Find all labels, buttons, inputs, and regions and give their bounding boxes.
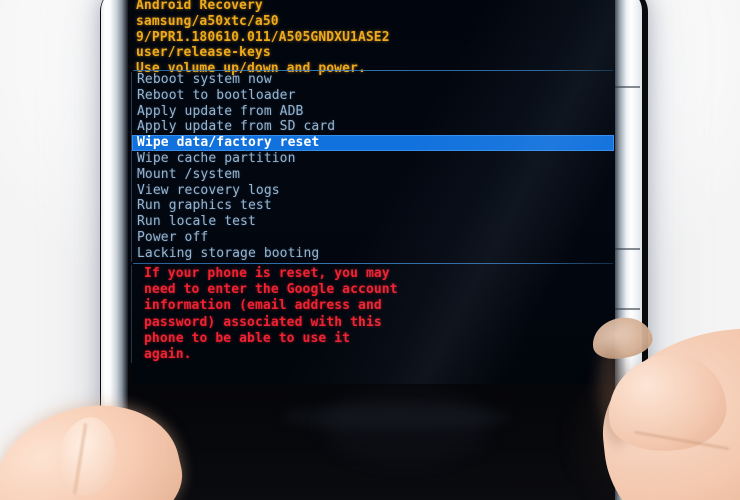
recovery-menu[interactable]: Reboot system now Reboot to bootloader App… xyxy=(131,72,614,262)
header-line-device: samsung/a50xtc/a50 xyxy=(136,13,279,29)
warning-line: need to enter the Google account xyxy=(144,282,398,298)
menu-item[interactable]: Power off xyxy=(132,230,614,246)
menu-item[interactable]: Lacking storage booting xyxy=(132,246,614,262)
menu-item[interactable]: Apply update from ADB xyxy=(132,104,614,120)
screenshot-stage: Android Recovery samsung/a50xtc/a50 9/PP… xyxy=(0,0,740,500)
menu-item[interactable]: View recovery logs xyxy=(132,183,614,199)
menu-item[interactable]: Reboot to bootloader xyxy=(132,88,614,104)
phone-screen-dark-area xyxy=(131,384,615,500)
warning-line: information (email address and xyxy=(144,298,382,314)
menu-item[interactable]: Run locale test xyxy=(132,214,614,230)
menu-item[interactable]: Reboot system now xyxy=(132,72,614,88)
android-recovery-screen: Android Recovery samsung/a50xtc/a50 9/PP… xyxy=(131,0,615,384)
recovery-header: Android Recovery samsung/a50xtc/a50 9/PP… xyxy=(136,0,606,77)
warning-line: phone to be able to use it xyxy=(144,330,351,346)
menu-item-selected[interactable]: Wipe data/factory reset xyxy=(132,135,614,151)
factory-reset-warning: If your phone is reset, you may need to … xyxy=(131,265,614,364)
phone-right-rail xyxy=(612,0,642,500)
header-line-title: Android Recovery xyxy=(136,0,263,13)
warning-line: If your phone is reset, you may xyxy=(144,266,390,281)
warning-line: password) associated with this xyxy=(144,314,382,330)
menu-item[interactable]: Mount /system xyxy=(132,167,614,183)
volume-up-button[interactable] xyxy=(614,86,640,88)
menu-item[interactable]: Wipe cache partition xyxy=(132,151,614,167)
header-line-build: 9/PPR1.180610.011/A505GNDXU1ASE2 xyxy=(136,29,390,45)
glass-smudge-secondary xyxy=(321,384,491,464)
power-button[interactable] xyxy=(614,308,640,310)
menu-item[interactable]: Run graphics test xyxy=(132,198,614,214)
warning-line: again. xyxy=(144,347,192,363)
header-line-keys: user/release-keys xyxy=(136,45,271,61)
volume-down-button[interactable] xyxy=(614,248,640,250)
divider-above-menu xyxy=(133,70,613,71)
divider-above-warning xyxy=(133,263,613,264)
menu-item[interactable]: Apply update from SD card xyxy=(132,119,614,135)
phone-left-rail xyxy=(101,0,128,500)
